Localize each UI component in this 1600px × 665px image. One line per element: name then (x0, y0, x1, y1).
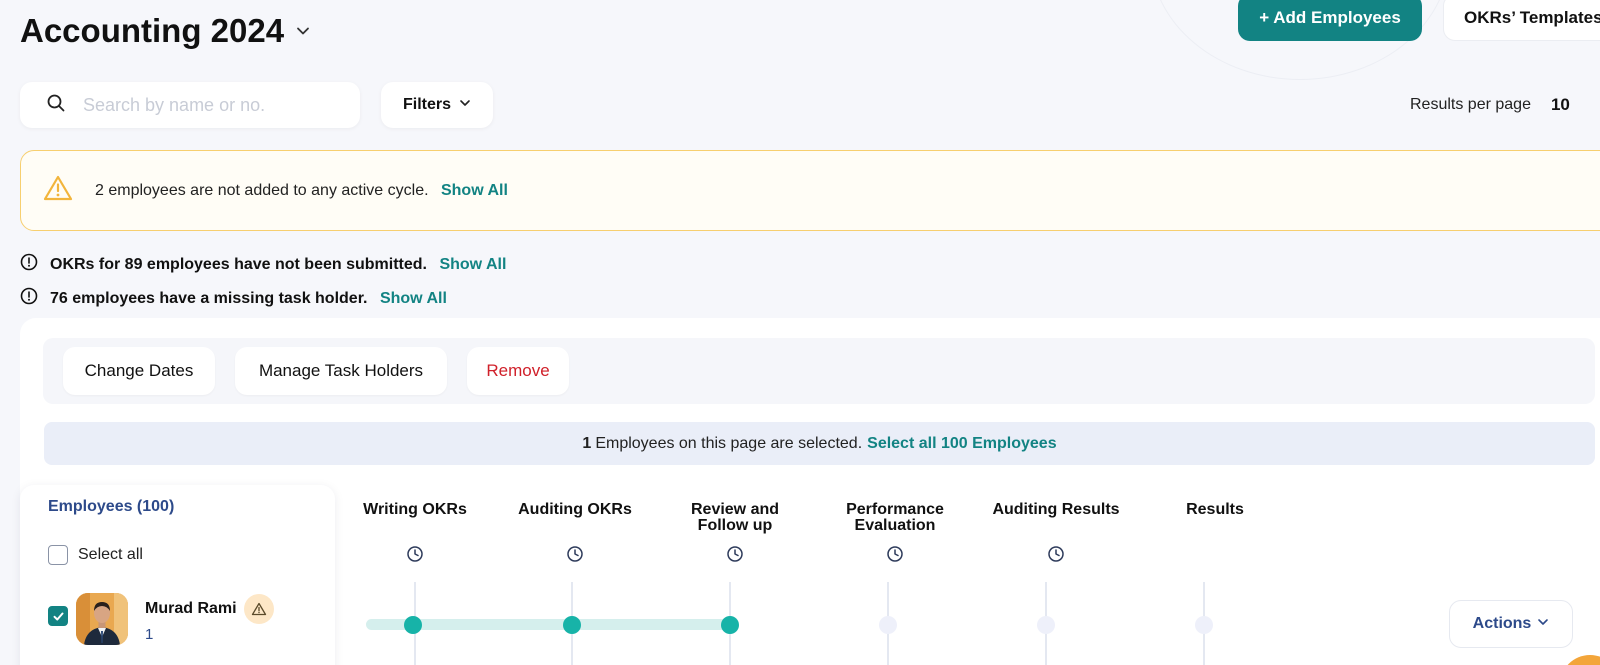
search-icon (47, 94, 65, 117)
select-all-row[interactable]: Select all (48, 545, 143, 565)
stage-title-results: Results (1186, 501, 1244, 518)
stage-dot-pending[interactable] (1195, 616, 1213, 634)
clock-icon[interactable] (566, 545, 584, 568)
employee-checkbox[interactable] (48, 606, 68, 626)
add-employees-button[interactable]: + Add Employees (1238, 0, 1422, 41)
stage-dot-completed[interactable] (563, 616, 581, 634)
clock-icon[interactable] (406, 545, 424, 568)
avatar (76, 593, 128, 645)
stage-title-writing-okrs: Writing OKRs (363, 501, 467, 518)
stage-dot-completed[interactable] (721, 616, 739, 634)
clock-icon[interactable] (726, 545, 744, 568)
employee-number: 1 (145, 626, 154, 643)
change-dates-button[interactable]: Change Dates (63, 347, 215, 395)
employees-panel-title: Employees (100) (48, 498, 175, 515)
filters-button[interactable]: Filters (381, 82, 493, 128)
search-box (20, 82, 360, 128)
stage-title-performance-evaluation: Performance Evaluation (846, 501, 944, 534)
select-all-checkbox[interactable] (48, 545, 68, 565)
remove-button[interactable]: Remove (467, 347, 569, 395)
stage-title-auditing-okrs: Auditing OKRs (518, 501, 632, 518)
results-per-page-value[interactable]: 10 (1551, 95, 1570, 115)
select-all-employees-link[interactable]: Select all 100 Employees (867, 435, 1056, 453)
task-holder-notice: 76 employees have a missing task holder.… (20, 287, 447, 310)
stage-dot-pending[interactable] (879, 616, 897, 634)
info-circle-icon (20, 287, 38, 310)
cycle-warning-banner: 2 employees are not added to any active … (20, 150, 1600, 231)
actions-button[interactable]: Actions (1449, 600, 1573, 648)
stage-title-review-follow-up: Review and Follow up (690, 501, 780, 534)
manage-task-holders-button[interactable]: Manage Task Holders (235, 347, 447, 395)
clock-icon[interactable] (886, 545, 904, 568)
check-icon (53, 612, 63, 620)
employee-warning-badge[interactable] (244, 594, 274, 624)
results-per-page[interactable]: Results per page 10 (1410, 95, 1570, 115)
show-all-link[interactable]: Show All (380, 290, 447, 307)
selection-bar: 1 Employees on this page are selected. S… (44, 422, 1595, 465)
stage-dot-pending[interactable] (1037, 616, 1055, 634)
chevron-down-icon (1537, 615, 1549, 633)
employee-row[interactable] (48, 606, 68, 626)
show-all-link[interactable]: Show All (441, 182, 508, 199)
chevron-down-icon (459, 96, 471, 114)
okrs-notice: OKRs for 89 employees have not been subm… (20, 253, 506, 276)
employee-name[interactable]: Murad Rami (145, 600, 237, 618)
warning-icon (43, 175, 73, 206)
chevron-down-icon[interactable] (296, 24, 310, 38)
okrs-templates-button[interactable]: OKRs’ Templates (1443, 0, 1600, 41)
search-input[interactable] (83, 94, 343, 116)
show-all-link[interactable]: Show All (439, 256, 506, 273)
page-title[interactable]: Accounting 2024 (20, 12, 310, 50)
info-circle-icon (20, 253, 38, 276)
warning-icon (251, 602, 267, 616)
stage-title-auditing-results: Auditing Results (992, 501, 1120, 518)
clock-icon[interactable] (1047, 545, 1065, 568)
stage-dot-completed[interactable] (404, 616, 422, 634)
